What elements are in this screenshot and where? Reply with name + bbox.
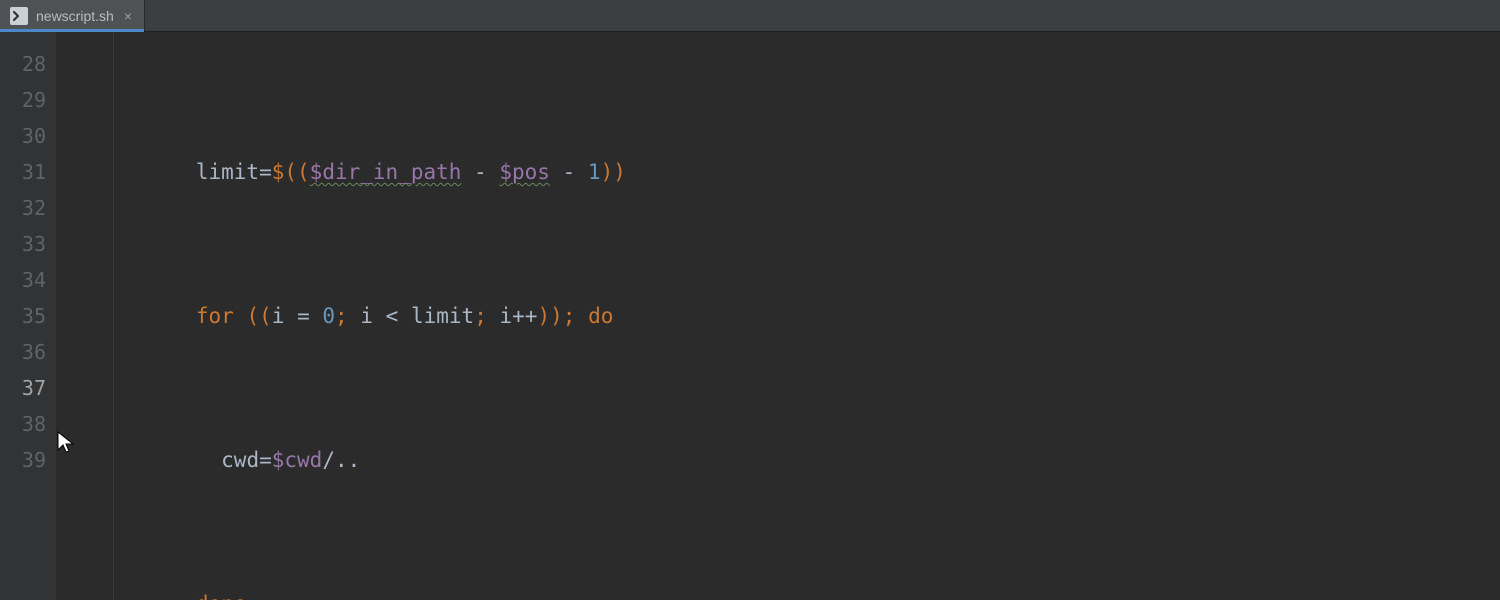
file-tab[interactable]: newscript.sh × — [0, 0, 145, 31]
line-number: 32 — [0, 190, 56, 226]
code-line[interactable]: limit=$(($dir_in_path - $pos - 1)) — [114, 154, 1500, 190]
line-number-gutter: 28 29 30 31 32 33 34 35 36 37 38 39 — [0, 32, 56, 600]
code-line[interactable]: cwd=$cwd/.. — [114, 442, 1500, 478]
code-content[interactable]: limit=$(($dir_in_path - $pos - 1)) for (… — [114, 32, 1500, 600]
close-icon[interactable]: × — [122, 9, 134, 23]
line-number: 28 — [0, 46, 56, 82]
tab-bar: newscript.sh × — [0, 0, 1500, 32]
editor-area[interactable]: 28 29 30 31 32 33 34 35 36 37 38 39 limi… — [0, 32, 1500, 600]
line-number: 31 — [0, 154, 56, 190]
line-number: 34 — [0, 262, 56, 298]
line-number: 29 — [0, 82, 56, 118]
line-number: 38 — [0, 406, 56, 442]
gutter-margin — [56, 32, 114, 600]
terminal-file-icon — [10, 7, 28, 25]
line-number: 30 — [0, 118, 56, 154]
line-number: 36 — [0, 334, 56, 370]
line-number: 37 — [0, 370, 56, 406]
tab-filename: newscript.sh — [36, 8, 114, 24]
code-line[interactable]: done — [114, 586, 1500, 600]
line-number: 33 — [0, 226, 56, 262]
line-number: 35 — [0, 298, 56, 334]
code-line[interactable]: for ((i = 0; i < limit; i++)); do — [114, 298, 1500, 334]
line-number: 39 — [0, 442, 56, 478]
